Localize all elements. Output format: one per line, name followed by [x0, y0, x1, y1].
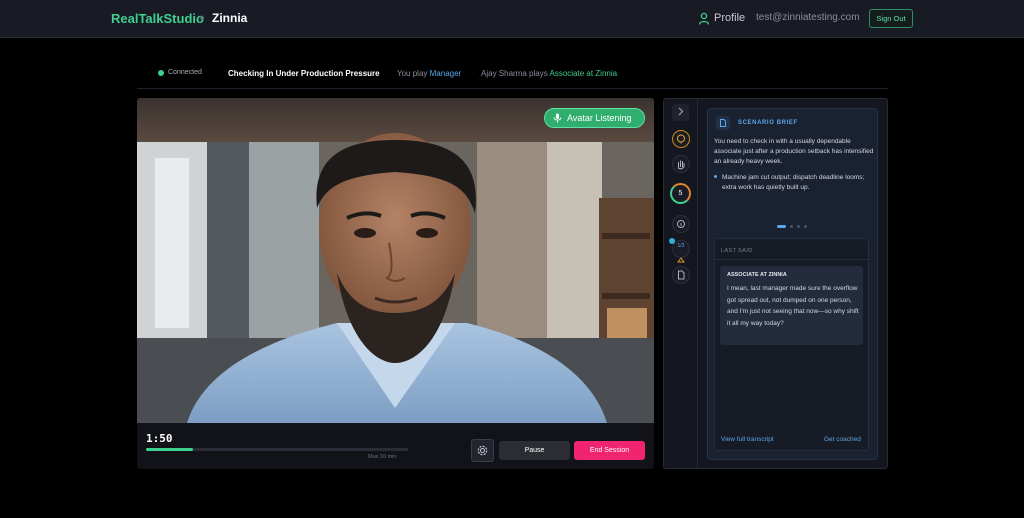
session-progress-bar: [146, 448, 408, 451]
rail-lightbulb-button[interactable]: [672, 130, 690, 148]
org-name: Zinnia: [212, 11, 248, 25]
lightbulb-icon: [677, 134, 685, 144]
session-progress-fill: [146, 448, 194, 451]
scenario-brief-bullet: Machine jam cut output; dispatch deadlin…: [722, 174, 865, 191]
max-duration-label: Max 10 min: [368, 454, 397, 460]
score-value: 5: [678, 190, 683, 197]
rail-objectives-button[interactable]: 1/3: [672, 240, 690, 263]
brief-icon-box: [716, 116, 730, 130]
rail-score-gauge[interactable]: 5: [670, 183, 691, 204]
get-coached-link[interactable]: Get coached: [824, 436, 861, 443]
gear-icon: [477, 445, 488, 456]
connection-status: Connected: [168, 69, 202, 76]
end-session-button[interactable]: End Session: [574, 441, 645, 460]
separator-dot: ·: [388, 69, 391, 76]
scenario-title: Checking In Under Production Pressure: [228, 69, 380, 78]
view-transcript-link[interactable]: View full transcript: [721, 436, 774, 443]
session-timer: 1:50: [146, 432, 173, 445]
document-icon: [720, 119, 726, 127]
scenario-brief-title: SCENARIO BRIEF: [738, 120, 798, 126]
avatar-video: [137, 98, 654, 423]
flag-icon: [677, 257, 685, 263]
chevron-right-icon: [678, 107, 684, 116]
bullet-icon: [714, 175, 717, 178]
brand-logo[interactable]: RealTalkStudio: [111, 11, 204, 26]
pagination-dot[interactable]: [797, 225, 800, 228]
last-said-title: LAST SAID: [721, 248, 753, 254]
rail-document-button[interactable]: [672, 266, 690, 284]
scenario-brief-text: You need to check in with a usually depe…: [714, 138, 874, 165]
rail-info-button[interactable]: [672, 215, 690, 233]
hand-icon: [677, 160, 685, 170]
video-panel: [137, 98, 654, 469]
separator-dot: ·: [218, 69, 221, 76]
rail-hand-button[interactable]: [672, 155, 690, 173]
user-role: You play Manager: [397, 69, 462, 78]
last-said-text: I mean, last manager made sure the overf…: [727, 285, 859, 327]
user-email: test@zinniatesting.com: [756, 12, 860, 23]
pagination-dot[interactable]: [804, 225, 807, 228]
connection-indicator-icon: [158, 70, 164, 76]
breadcrumb-separator: »: [199, 12, 205, 23]
document-icon: [678, 270, 685, 280]
separator-dot: ·: [472, 69, 475, 76]
info-icon: [677, 220, 685, 228]
microphone-icon: [553, 113, 562, 123]
sign-out-button[interactable]: Sign Out: [869, 9, 913, 28]
pagination-dot[interactable]: [790, 225, 793, 228]
divider: [715, 259, 868, 260]
settings-button[interactable]: [471, 439, 494, 462]
avatar-role: Ajay Sharma plays Associate at Zinnia: [481, 69, 618, 78]
objectives-count: 1/3: [677, 243, 685, 249]
pagination-dot[interactable]: [777, 225, 786, 228]
user-icon[interactable]: [698, 12, 710, 25]
speaker-label: ASSOCIATE AT ZINNIA: [727, 272, 787, 278]
collapse-panel-button[interactable]: [672, 104, 689, 121]
pause-button[interactable]: Pause: [499, 441, 570, 460]
profile-link[interactable]: Profile: [714, 12, 745, 24]
